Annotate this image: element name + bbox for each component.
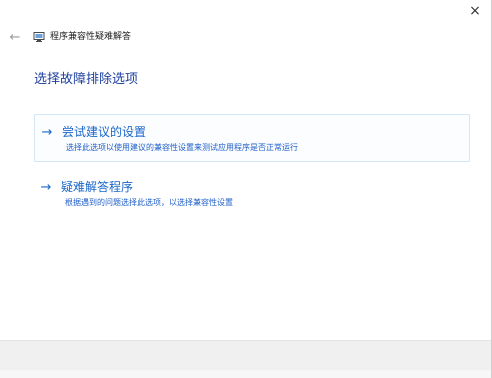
close-glyph: × — [469, 3, 481, 19]
arrow-right-icon: → — [40, 179, 52, 195]
troubleshooter-window: × ← 程序兼容性疑难解答 选择故障排除选项 → 尝试建议的设置 选择此选项以使… — [0, 0, 492, 378]
title-bar: ← 程序兼容性疑难解答 — [6, 28, 131, 46]
page-heading: 选择故障排除选项 — [34, 72, 139, 87]
option-title: 疑难解答程序 — [61, 180, 134, 194]
window-title: 程序兼容性疑难解答 — [50, 32, 132, 42]
footer-bar — [0, 340, 492, 370]
arrow-right-icon: → — [41, 124, 53, 140]
option-troubleshoot-program[interactable]: → 疑难解答程序 根据遇到的问题选择此选项，以选择兼容性设置 — [34, 172, 470, 212]
option-try-recommended-settings[interactable]: → 尝试建议的设置 选择此选项以使用建议的兼容性设置来测试应用程序是否正常运行 — [34, 114, 470, 162]
troubleshooter-app-icon — [33, 31, 45, 43]
bottom-strip — [0, 370, 492, 378]
option-description: 根据遇到的问题选择此选项，以选择兼容性设置 — [65, 198, 233, 207]
back-arrow-icon[interactable]: ← — [6, 28, 24, 46]
option-title: 尝试建议的设置 — [62, 125, 147, 139]
close-icon[interactable]: × — [458, 0, 492, 22]
option-description: 选择此选项以使用建议的兼容性设置来测试应用程序是否正常运行 — [66, 143, 298, 152]
back-glyph: ← — [9, 29, 21, 45]
